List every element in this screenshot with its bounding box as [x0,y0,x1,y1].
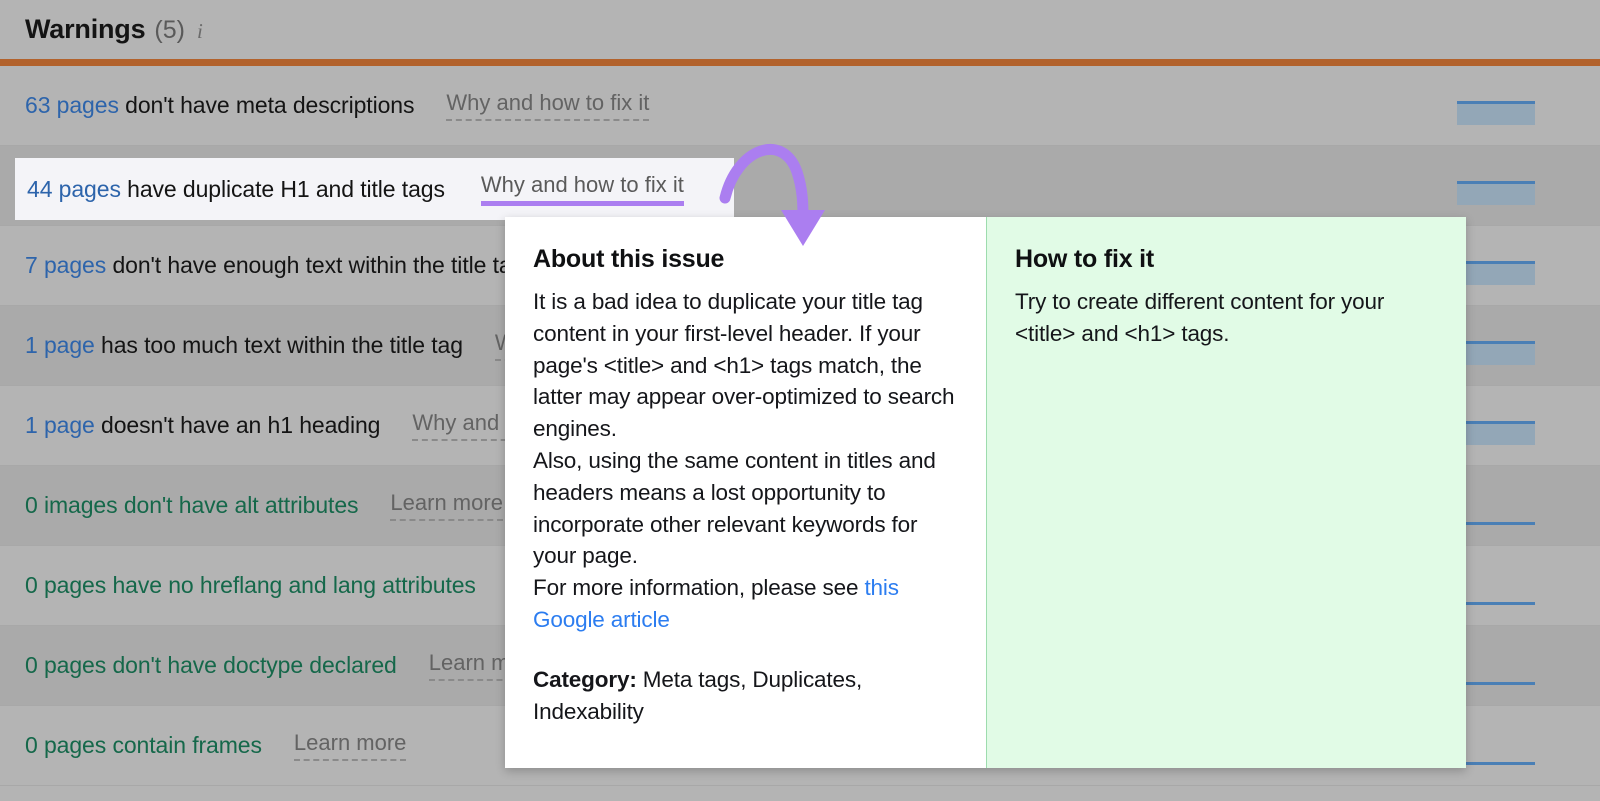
trend-flatline [1457,522,1535,525]
tooltip-fix-panel: How to fix it Try to create different co… [986,217,1466,768]
row-help-link[interactable]: Learn more [390,490,503,521]
tooltip-about-paragraph-1: It is a bad idea to duplicate your title… [533,289,955,442]
row-count-link[interactable]: 0 pages [25,732,106,758]
row-count-link[interactable]: 1 page [25,412,95,438]
row-help-link[interactable]: Why and how to fix it [446,90,650,121]
row-trend-chart[interactable] [1457,647,1535,685]
panel-header: Warnings (5) i [0,0,1600,59]
row-trend-chart[interactable] [1457,247,1535,285]
accent-divider [0,59,1600,66]
warnings-count: (5) [154,16,185,44]
row-trend-chart[interactable] [1457,327,1535,365]
row-label: 0 pages have no hreflang and lang attrib… [25,572,476,599]
row-label: 63 pages don't have meta descriptions [25,92,415,119]
row-trend-chart[interactable] [1457,407,1535,445]
row-description: don't have doctype declared [106,652,397,678]
trend-bar [1457,181,1535,205]
tooltip-category: Category: Meta tags, Duplicates, Indexab… [533,664,956,728]
warnings-panel: Warnings (5) i 63 pages don't have meta … [0,0,1600,801]
trend-flatline [1457,602,1535,605]
row-trend-chart[interactable] [1457,87,1535,125]
row-label: 1 page has too much text within the titl… [25,332,463,359]
row-description: don't have alt attributes [117,492,359,518]
row-count-link[interactable]: 63 pages [25,92,119,118]
row-label: 7 pages don't have enough text within th… [25,252,524,279]
trend-bar [1457,261,1535,285]
row-content: 0 pages contain frames Learn more [0,706,407,785]
trend-bar [1457,421,1535,445]
row-description: don't have enough text within the title … [106,252,525,278]
row-count-link[interactable]: 1 page [25,332,95,358]
table-row[interactable]: 63 pages don't have meta descriptions Why… [0,66,1600,146]
row-count-link[interactable]: 0 pages [25,572,106,598]
tooltip-fix-heading: How to fix it [1015,245,1155,273]
row-trend-chart[interactable] [1457,167,1535,205]
tooltip-about-paragraph-3: For more information, please see this Go… [533,572,956,636]
row-help-link[interactable]: Learn more [293,730,407,761]
row-count-link[interactable]: 0 images [25,492,118,518]
row-label: 0 pages contain frames [25,732,262,759]
row-content: 63 pages don't have meta descriptions Why… [0,66,650,145]
row-trend-chart[interactable] [1457,487,1535,525]
page-title: Warnings [25,14,146,44]
highlighted-row-label: have duplicate H1 and title tags [120,175,445,202]
row-count-link[interactable]: 0 pages [25,652,106,678]
row-count-link[interactable]: 7 pages [25,252,106,278]
tooltip-about-paragraph-3-prefix: For more information, please see [533,575,865,601]
panel-title-wrap: Warnings (5) i [0,14,203,45]
row-description: has too much text within the title tag [94,332,463,358]
row-trend-chart[interactable] [1457,567,1535,605]
row-content: 0 pages don't have doctype declared Learn… [0,626,542,705]
tooltip-about-heading: About this issue [533,245,725,273]
row-label: 1 page doesn't have an h1 heading [25,412,380,439]
row-label: 0 pages don't have doctype declared [25,652,397,679]
highlighted-row-link[interactable]: Why and how to fix it [480,172,684,206]
issue-tooltip: About this issue It is a bad idea to dup… [505,217,1466,768]
row-description: contain frames [106,732,262,758]
row-label: 0 images don't have alt attributes [25,492,359,519]
tooltip-fix-paragraph: Try to create different content for your… [1015,289,1385,346]
row-description: don't have meta descriptions [118,92,415,118]
highlighted-issue-row[interactable]: 44 pages have duplicate H1 and title tag… [15,158,734,220]
highlighted-row-count[interactable]: 44 pages [27,176,121,202]
info-icon[interactable]: i [197,19,203,44]
row-trend-chart[interactable] [1457,727,1535,765]
highlighted-row-text: 44 pages have duplicate H1 and title tag… [27,176,445,203]
tooltip-about-paragraph-2: Also, using the same content in titles a… [533,447,936,569]
trend-bar [1457,341,1535,365]
row-description: have no hreflang and lang attributes [106,572,476,598]
row-content: 0 images don't have alt attributes Learn … [0,466,503,545]
trend-flatline [1457,762,1535,765]
trend-bar [1457,101,1535,125]
tooltip-about-panel: About this issue It is a bad idea to dup… [505,217,986,768]
row-description: doesn't have an h1 heading [94,412,381,438]
trend-flatline [1457,682,1535,685]
tooltip-category-label: Category: [533,666,637,692]
